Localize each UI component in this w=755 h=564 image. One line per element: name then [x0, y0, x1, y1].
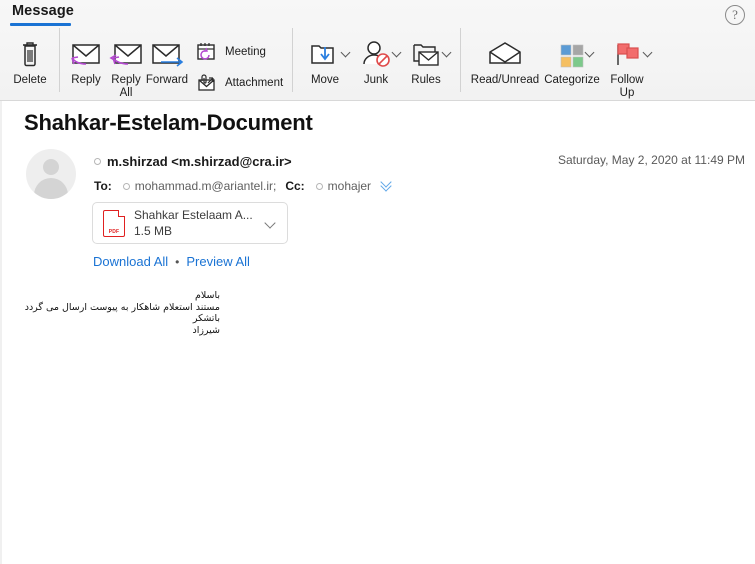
- double-chevron-down-icon[interactable]: [380, 181, 394, 191]
- move-dropdown-chevron-down-icon[interactable]: [341, 48, 351, 58]
- body-line-3: باتشکر: [0, 313, 220, 325]
- sender-address: m.shirzad <m.shirzad@cra.ir>: [107, 154, 292, 169]
- meeting-label: Meeting: [225, 46, 266, 58]
- attachment-card[interactable]:  PDF Shahkar Estelaam A... 1.5 MB: [92, 202, 288, 244]
- ribbon-separator-2: [292, 28, 293, 92]
- rules-dropdown-chevron-down-icon[interactable]: [442, 48, 452, 58]
- download-all-link[interactable]: Download All: [93, 254, 168, 269]
- junk-dropdown-chevron-down-icon[interactable]: [392, 48, 402, 58]
- paperclip-envelope-icon: [196, 73, 218, 93]
- attachment-meta: Shahkar Estelaam A... 1.5 MB: [134, 208, 265, 238]
- open-envelope-icon: [468, 33, 542, 73]
- attachment-filename: Shahkar Estelaam A...: [134, 208, 265, 222]
- follow-up-label: Follow Up: [604, 74, 650, 100]
- follow-up-button[interactable]: Follow Up: [604, 33, 650, 100]
- attachment-filesize: 1.5 MB: [134, 224, 265, 238]
- tab-message[interactable]: Message: [10, 3, 76, 23]
- forward-envelope-icon: [143, 33, 191, 73]
- ribbon-toolbar: Message ? Delete Repl: [0, 0, 755, 101]
- reply-label: Reply: [65, 74, 107, 87]
- body-line-1: باسلام: [0, 290, 220, 302]
- to-label: To:: [94, 179, 112, 193]
- ribbon-tabstrip: Message ?: [0, 0, 755, 27]
- body-line-4: شیرزاد: [0, 325, 220, 337]
- reply-envelope-icon: [65, 33, 107, 73]
- junk-person-block-icon: [355, 33, 397, 73]
- avatar-head: [43, 159, 59, 175]
- move-label: Move: [303, 74, 347, 87]
- message-timestamp: Saturday, May 2, 2020 at 11:49 PM: [558, 153, 745, 167]
- tab-active-indicator: [10, 23, 71, 26]
- presence-status-icon: [94, 158, 101, 165]
- ribbon-separator-3: [460, 28, 461, 92]
- pdf-icon-badge: PDF: [104, 229, 124, 235]
- pdf-file-icon:  PDF: [103, 210, 125, 237]
- rules-button[interactable]: Rules: [405, 33, 447, 87]
- body-line-2: مستند استعلام شاهکار به پیوست ارسال می گ…: [0, 302, 220, 314]
- junk-button[interactable]: Junk: [355, 33, 397, 87]
- ribbon-separator-1: [59, 28, 60, 92]
- read-unread-button[interactable]: Read/Unread: [468, 33, 542, 87]
- message-body: باسلام مستند استعلام شاهکار به پیوست ارس…: [0, 290, 220, 336]
- attachment-actions: Download All • Preview All: [93, 254, 250, 269]
- avatar: [26, 149, 76, 199]
- delete-button[interactable]: Delete: [6, 33, 54, 87]
- calendar-meeting-icon: [196, 42, 218, 62]
- preview-all-link[interactable]: Preview All: [186, 254, 250, 269]
- categorize-dropdown-chevron-down-icon[interactable]: [585, 48, 595, 58]
- page-title: Shahkar-Estelam-Document: [24, 110, 313, 136]
- help-icon[interactable]: ?: [725, 5, 745, 25]
- recipients-row: To: mohammad.m@ariantel.ir; Cc: mohajer: [94, 179, 394, 193]
- rules-label: Rules: [405, 74, 447, 87]
- reply-all-button[interactable]: Reply All: [105, 33, 147, 100]
- to-recipient[interactable]: mohammad.m@ariantel.ir;: [135, 179, 277, 193]
- forward-label: Forward: [143, 74, 191, 87]
- follow-up-label-line1: Follow: [610, 74, 643, 86]
- delete-label: Delete: [6, 74, 54, 87]
- cc-recipient[interactable]: mohajer: [328, 179, 371, 193]
- trash-icon: [6, 33, 54, 73]
- junk-label: Junk: [355, 74, 397, 87]
- cc-label: Cc:: [285, 179, 304, 193]
- reply-all-label: Reply All: [105, 74, 147, 100]
- pdf-icon-corner: [118, 210, 125, 217]
- follow-up-label-line2: Up: [620, 87, 635, 99]
- forward-button[interactable]: Forward: [143, 33, 191, 87]
- sender-row[interactable]: m.shirzad <m.shirzad@cra.ir>: [94, 154, 292, 169]
- move-button[interactable]: Move: [303, 33, 347, 87]
- rules-folder-envelope-icon: [405, 33, 447, 73]
- reply-all-label-line1: Reply: [111, 74, 140, 86]
- attachment-dropdown-chevron-down-icon[interactable]: [265, 217, 277, 229]
- cc-presence-status-icon: [316, 183, 323, 190]
- reply-button[interactable]: Reply: [65, 33, 107, 87]
- pdf-icon-swoosh: : [109, 216, 118, 227]
- read-unread-label: Read/Unread: [468, 74, 542, 87]
- avatar-body: [34, 178, 68, 199]
- categorize-label: Categorize: [544, 74, 600, 87]
- reply-all-envelope-icon: [105, 33, 147, 73]
- meeting-button[interactable]: Meeting: [196, 42, 266, 62]
- attachment-label: Attachment: [225, 77, 283, 89]
- follow-up-dropdown-chevron-down-icon[interactable]: [643, 48, 653, 58]
- categorize-button[interactable]: Categorize: [544, 33, 600, 87]
- reply-all-label-line2: All: [120, 87, 133, 99]
- attachment-actions-separator: •: [175, 255, 179, 269]
- attachment-button[interactable]: Attachment: [196, 73, 283, 93]
- to-presence-status-icon: [123, 183, 130, 190]
